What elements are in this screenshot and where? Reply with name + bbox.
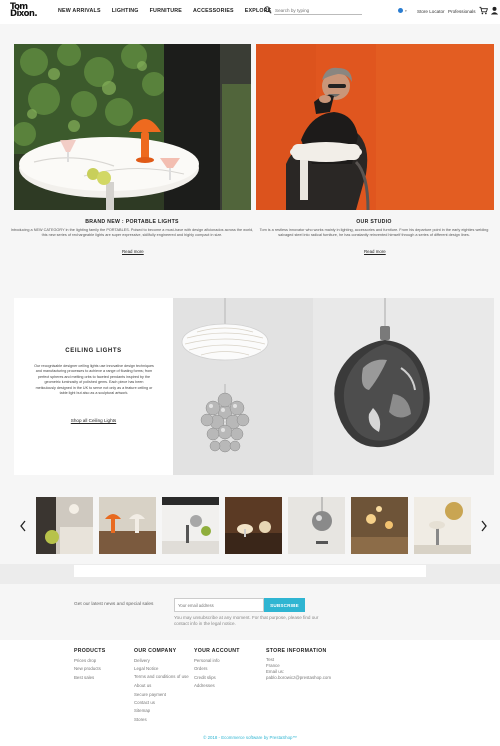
carousel-thumb[interactable]	[162, 497, 219, 554]
footer-link[interactable]: Credit slips	[194, 674, 240, 682]
shop-ceiling-lights-link[interactable]: Shop all Ceiling Lights	[14, 418, 173, 423]
footer-link[interactable]: Stores	[134, 716, 190, 724]
footer-link[interactable]: Contact us	[134, 699, 190, 707]
nav-new-arrivals[interactable]: NEW ARRIVALS	[58, 8, 101, 14]
footer-link[interactable]: Secure payment	[134, 691, 190, 699]
newsletter-note: You may unsubscribe at any moment. For t…	[174, 615, 319, 626]
store-locator-link[interactable]: Store Locator	[417, 9, 445, 14]
search-input[interactable]	[274, 6, 362, 15]
logo-line2: Dixon.	[10, 9, 38, 19]
footer-link[interactable]: About us	[134, 682, 190, 690]
portable-lights-image[interactable]	[14, 44, 251, 210]
chevron-down-icon: ▾	[405, 9, 407, 13]
newsletter-label: Get our latest news and special sales	[74, 602, 154, 607]
carousel-next-arrow[interactable]	[480, 520, 488, 532]
site-header: Tom Dixon. NEW ARRIVALS LIGHTING FURNITU…	[0, 0, 500, 24]
feature-description: Tom is a restless innovator who works ma…	[259, 228, 489, 238]
carousel-thumb[interactable]	[351, 497, 408, 554]
carousel-thumb[interactable]	[99, 497, 156, 554]
logo[interactable]: Tom Dixon.	[10, 3, 44, 19]
ceiling-lights-image[interactable]	[173, 298, 494, 475]
user-icon[interactable]	[490, 6, 499, 15]
footer-account-title: YOUR ACCOUNT	[194, 648, 240, 654]
footer-store-info: STORE INFORMATION Test France Email us: …	[266, 648, 331, 681]
newsletter-email-input[interactable]	[174, 598, 264, 612]
footer-link[interactable]: Delivery	[134, 657, 190, 665]
footer-account: YOUR ACCOUNT Personal info Orders Credit…	[194, 648, 240, 691]
carousel-thumb[interactable]	[225, 497, 282, 554]
copyright[interactable]: © 2018 - Ecommerce software by PrestaSho…	[0, 735, 500, 740]
language-selector[interactable]: ▾	[398, 8, 412, 14]
store-email-link[interactable]: pablo.borowicz@prestashop.com	[266, 675, 331, 681]
footer-link[interactable]: Personal info	[194, 657, 240, 665]
footer-link[interactable]: Sitemap	[134, 707, 190, 715]
read-more-link[interactable]: Read more	[364, 249, 386, 254]
footer-link[interactable]: Best sales	[74, 674, 106, 682]
read-more-link[interactable]: Read more	[122, 249, 144, 254]
feature-title: OUR STUDIO	[356, 219, 392, 225]
subscribe-button[interactable]: SUBSCRIBE	[264, 598, 305, 612]
nav-furniture[interactable]: FURNITURE	[150, 8, 182, 14]
feature-title: BRAND NEW : PORTABLE LIGHTS	[85, 219, 179, 225]
footer-link[interactable]: New products	[74, 665, 106, 673]
cart-icon[interactable]	[479, 6, 488, 15]
carousel-thumb[interactable]	[288, 497, 345, 554]
divider-inner	[74, 565, 426, 577]
search-icon[interactable]	[264, 6, 272, 14]
main-nav: NEW ARRIVALS LIGHTING FURNITURE ACCESSOR…	[58, 8, 272, 14]
flag-icon	[398, 8, 403, 13]
footer-link[interactable]: Prices drop	[74, 657, 106, 665]
ceiling-lights-panel: CEILING LIGHTS Our recognisable designer…	[14, 298, 173, 475]
professionals-link[interactable]: Professionals	[448, 9, 476, 14]
footer-company-title: OUR COMPANY	[134, 648, 177, 654]
footer-company: OUR COMPANY Delivery Legal Notice Terms …	[134, 648, 190, 724]
footer-link[interactable]: Orders	[194, 665, 240, 673]
footer-link[interactable]: Terms and conditions of use	[134, 674, 190, 681]
ceiling-description: Our recognisable designer ceiling lights…	[34, 364, 154, 396]
nav-accessories[interactable]: ACCESSORIES	[193, 8, 234, 14]
footer-store-title: STORE INFORMATION	[266, 648, 327, 654]
nav-lighting[interactable]: LIGHTING	[112, 8, 139, 14]
search-box	[264, 5, 364, 17]
carousel-thumb[interactable]	[414, 497, 471, 554]
studio-image[interactable]	[256, 44, 494, 210]
footer-link[interactable]: Addresses	[194, 682, 240, 690]
footer-products-title: PRODUCTS	[74, 648, 106, 654]
carousel-thumb[interactable]	[36, 497, 93, 554]
carousel-prev-arrow[interactable]	[19, 520, 27, 532]
footer-link[interactable]: Legal Notice	[134, 665, 190, 673]
ceiling-title: CEILING LIGHTS	[65, 348, 122, 354]
footer-products: PRODUCTS Prices drop New products Best s…	[74, 648, 106, 682]
feature-description: Introducing a NEW CATEGORY in the lighti…	[10, 228, 254, 238]
